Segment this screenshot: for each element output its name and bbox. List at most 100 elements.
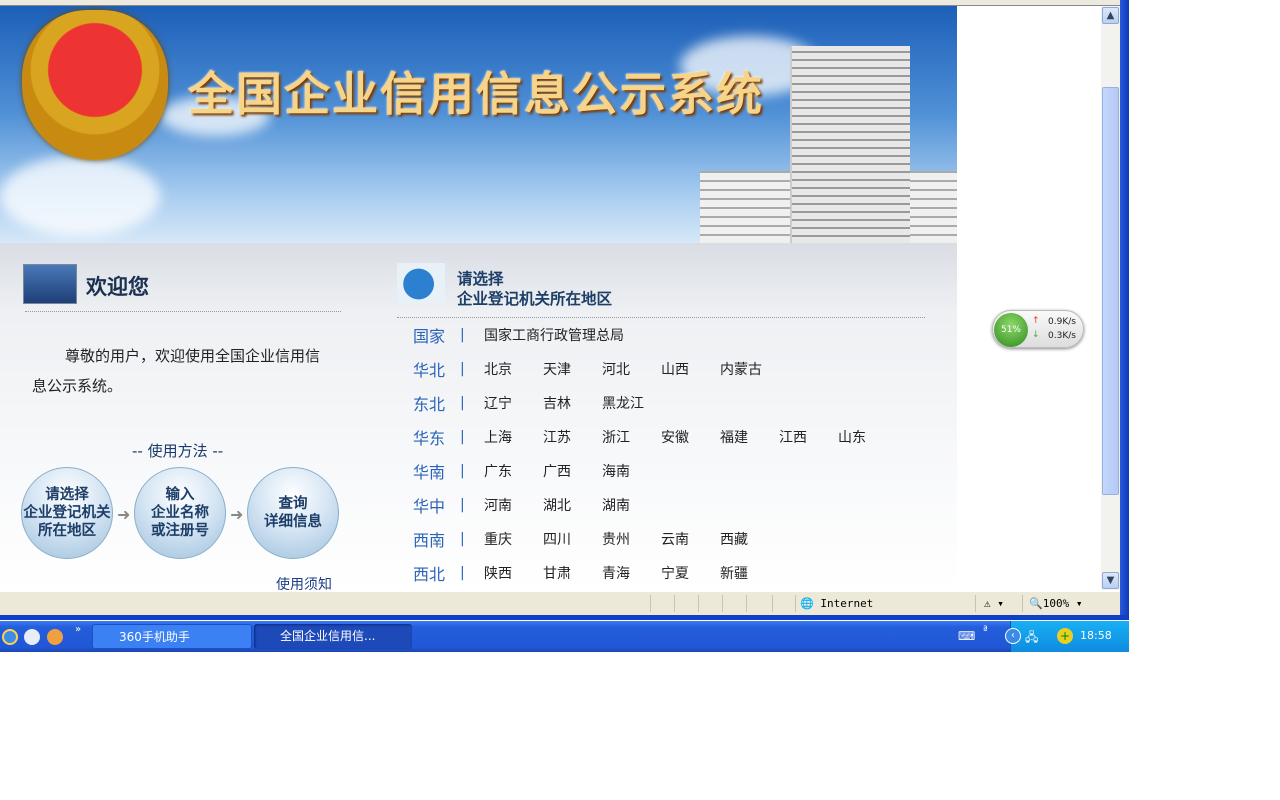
task-360-assistant[interactable]: 360手机助手 xyxy=(92,624,252,649)
ie-quicklaunch-icon[interactable] xyxy=(24,629,40,645)
china-map-icon xyxy=(397,263,445,305)
ime-icon[interactable]: ª xyxy=(983,625,988,636)
province-link[interactable]: 浙江 xyxy=(602,427,661,447)
360-guard-icon[interactable]: + xyxy=(1057,628,1073,644)
region-row: 华南 | 广东 广西 海南 xyxy=(413,459,661,483)
province-link[interactable]: 甘肃 xyxy=(543,563,602,583)
network-speed-widget[interactable]: 51% ↑ ↓ 0.9K/s 0.3K/s xyxy=(992,310,1084,348)
province-link[interactable]: 上海 xyxy=(484,427,543,447)
province-link[interactable]: 海南 xyxy=(602,461,661,481)
360-quicklaunch-icon[interactable] xyxy=(47,629,63,645)
region-row: 东北 | 辽宁 吉林 黑龙江 xyxy=(413,391,661,415)
window-border xyxy=(1120,0,1129,620)
window-border-bottom xyxy=(0,615,1128,620)
region-row: 华东 | 上海 江苏 浙江 安徽 福建 江西 山东 xyxy=(413,425,897,449)
task-label: 全国企业信用信... xyxy=(280,629,376,643)
region-name: 华北 xyxy=(413,361,446,380)
divider xyxy=(397,317,925,318)
arrow-right-icon: ➜ xyxy=(117,505,131,524)
network-icon[interactable]: 🖧 xyxy=(1025,628,1038,649)
download-arrow-icon: ↓ xyxy=(1032,330,1040,340)
cloud xyxy=(0,156,160,236)
province-link[interactable]: 陕西 xyxy=(484,563,543,583)
show-hidden-icons-button[interactable]: ‹ xyxy=(1005,628,1021,644)
task-browser[interactable]: 全国企业信用信... xyxy=(254,624,412,649)
region-name: 西南 xyxy=(413,531,446,550)
region-name: 国家 xyxy=(413,327,446,346)
region-name: 华东 xyxy=(413,429,446,448)
task-label: 360手机助手 xyxy=(119,630,190,644)
separator: | xyxy=(460,463,465,479)
clock: 18:58 xyxy=(1080,629,1112,642)
region-heading: 请选择 企业登记机关所在地区 xyxy=(457,269,612,309)
step-select-region: 请选择 企业登记机关 所在地区 xyxy=(21,467,113,559)
keyboard-icon[interactable]: ⌨ xyxy=(958,629,975,643)
province-link[interactable]: 宁夏 xyxy=(661,563,720,583)
separator: | xyxy=(460,429,465,445)
separator: | xyxy=(460,565,465,581)
province-link[interactable]: 重庆 xyxy=(484,529,543,549)
province-link[interactable]: 辽宁 xyxy=(484,393,543,413)
province-link[interactable]: 新疆 xyxy=(720,563,779,583)
province-link[interactable]: 内蒙古 xyxy=(720,359,779,379)
province-link[interactable]: 吉林 xyxy=(543,393,602,413)
province-link[interactable]: 江西 xyxy=(779,427,838,447)
protected-mode-button[interactable]: ⚠ ▾ xyxy=(975,595,1020,612)
province-link[interactable]: 河北 xyxy=(602,359,661,379)
province-link[interactable]: 河南 xyxy=(484,495,543,515)
province-link[interactable]: 黑龙江 xyxy=(602,393,661,413)
province-link[interactable]: 四川 xyxy=(543,529,602,549)
province-link[interactable]: 山东 xyxy=(838,427,897,447)
region-name: 西北 xyxy=(413,565,446,584)
separator: | xyxy=(460,531,465,547)
divider xyxy=(25,311,341,312)
province-link[interactable]: 湖北 xyxy=(543,495,602,515)
ie-quicklaunch-icon[interactable] xyxy=(2,629,18,645)
region-name: 华中 xyxy=(413,497,446,516)
province-link[interactable]: 广东 xyxy=(484,461,543,481)
howto-heading: -- 使用方法 -- xyxy=(132,442,224,460)
province-link[interactable]: 北京 xyxy=(484,359,543,379)
province-link[interactable]: 青海 xyxy=(602,563,661,583)
province-link[interactable]: 山西 xyxy=(661,359,720,379)
download-speed: 0.3K/s xyxy=(1048,331,1076,341)
province-link[interactable]: 国家工商行政管理总局 xyxy=(484,325,624,345)
province-link[interactable]: 湖南 xyxy=(602,495,661,515)
province-link[interactable]: 贵州 xyxy=(602,529,661,549)
scroll-thumb[interactable] xyxy=(1102,87,1119,495)
notice-link[interactable]: 使用须知 xyxy=(276,574,332,590)
region-row: 西南 | 重庆 四川 贵州 云南 西藏 xyxy=(413,527,779,551)
region-name: 华南 xyxy=(413,463,446,482)
province-link[interactable]: 安徽 xyxy=(661,427,720,447)
scroll-up-button[interactable]: ▲ xyxy=(1102,7,1119,24)
zoom-button[interactable]: 🔍100% ▾ xyxy=(1022,595,1102,612)
chevron-icon[interactable]: » xyxy=(75,624,81,635)
province-link[interactable]: 广西 xyxy=(543,461,602,481)
separator: | xyxy=(460,395,465,411)
region-heading-line1: 请选择 xyxy=(457,270,504,288)
province-link[interactable]: 天津 xyxy=(543,359,602,379)
greeting-text: 尊敬的用户，欢迎使用全国企业信用信息公示系统。 xyxy=(32,347,321,395)
province-link[interactable]: 西藏 xyxy=(720,529,779,549)
province-link[interactable]: 云南 xyxy=(661,529,720,549)
separator: | xyxy=(460,361,465,377)
banner: 全国企业信用信息公示系统 xyxy=(0,6,957,243)
step-enter-name: 输入 企业名称 或注册号 xyxy=(134,467,226,559)
upload-speed: 0.9K/s xyxy=(1048,317,1076,327)
arrow-right-icon: ➜ xyxy=(230,505,244,524)
region-row: 国家 | 国家工商行政管理总局 xyxy=(413,323,624,347)
scroll-down-button[interactable]: ▼ xyxy=(1102,572,1119,589)
building-image xyxy=(790,46,910,243)
region-name: 东北 xyxy=(413,395,446,414)
security-zone: 🌐 Internet xyxy=(795,595,973,612)
separator: | xyxy=(460,497,465,513)
officers-icon xyxy=(23,264,77,304)
web-page: 全国企业信用信息公示系统 欢迎您 尊敬的用户，欢迎使用全国企业信用信息公示系统。… xyxy=(0,6,1101,590)
upload-arrow-icon: ↑ xyxy=(1032,316,1040,326)
province-link[interactable]: 福建 xyxy=(720,427,779,447)
welcome-title: 欢迎您 xyxy=(86,275,149,299)
zone-label: Internet xyxy=(820,597,874,610)
status-bar: 🌐 Internet ⚠ ▾ 🔍100% ▾ xyxy=(0,591,1120,615)
province-link[interactable]: 江苏 xyxy=(543,427,602,447)
main-body: 欢迎您 尊敬的用户，欢迎使用全国企业信用信息公示系统。 -- 使用方法 -- 请… xyxy=(0,243,957,590)
